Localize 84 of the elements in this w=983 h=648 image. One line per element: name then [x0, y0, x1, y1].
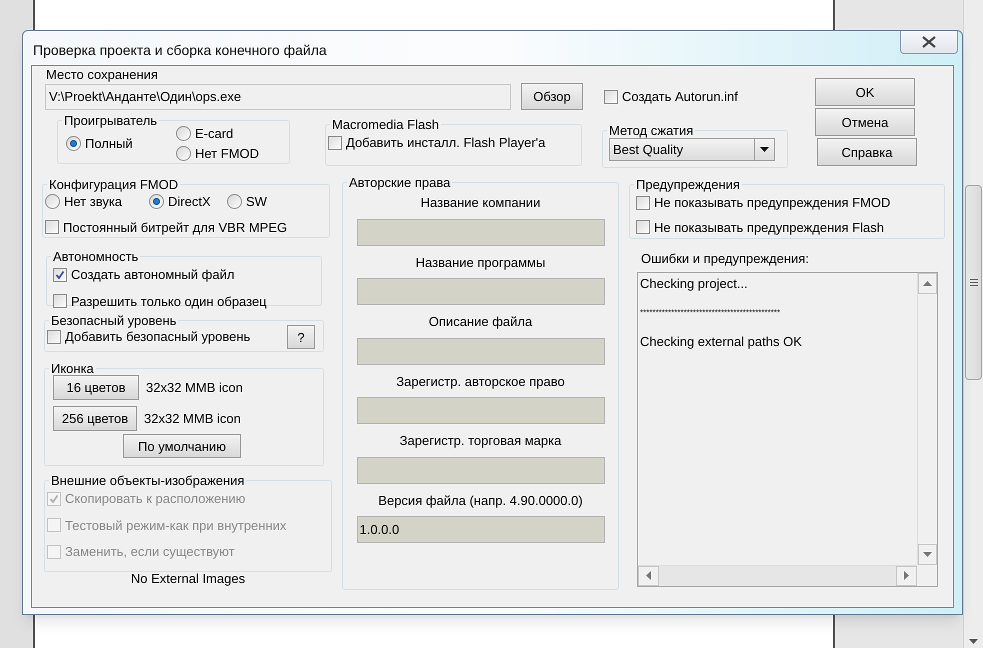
close-icon: [922, 36, 936, 48]
radio-button[interactable]: [45, 194, 60, 210]
button[interactable]: Отмена: [815, 108, 915, 136]
button[interactable]: Справка: [817, 138, 917, 166]
checkbox-label: Создать автономный файл: [71, 266, 234, 284]
field-label: Зарегистр. торговая марка: [400, 432, 562, 450]
log-line: *********************************************: [640, 306, 782, 318]
checkbox[interactable]: [636, 220, 650, 234]
group-title: Предупреждения: [635, 178, 741, 191]
path-field[interactable]: V:\Proekt\Анданте\Один\ops.exe: [45, 84, 511, 110]
text-field[interactable]: [356, 338, 604, 364]
checkbox[interactable]: [604, 90, 618, 104]
checkbox[interactable]: [636, 196, 650, 210]
checkbox-label: Разрешить только один образец: [71, 292, 267, 311]
group-title: Проигрыватель: [63, 114, 158, 127]
field-label: Название компании: [420, 194, 540, 212]
status-text: No External Images: [130, 570, 246, 588]
radio-label: E-card: [195, 125, 234, 143]
log-line: Checking external paths OK: [640, 332, 803, 350]
checkbox-label: Создать Autorun.inf: [622, 88, 738, 106]
text-field[interactable]: 1.0.0.0: [356, 516, 604, 543]
scroll-up-icon[interactable]: [923, 280, 932, 286]
checkbox[interactable]: [47, 330, 61, 344]
checkbox-label: Скопировать к расположению: [65, 490, 246, 508]
icon-info: 32x32 MMB icon: [144, 410, 241, 428]
checkbox[interactable]: [53, 294, 67, 308]
group-title: Внешние объекты-изображения: [50, 474, 246, 487]
radio-label: Полный: [85, 134, 133, 153]
log-label: Ошибки и предупреждения:: [641, 250, 810, 268]
radio-button[interactable]: [149, 194, 164, 210]
button[interactable]: ?: [287, 325, 315, 349]
group-title: Автономность: [52, 250, 140, 263]
radio-button[interactable]: [176, 146, 191, 161]
radio-label: Нет звука: [64, 193, 122, 211]
field-label: Описание файла: [428, 313, 532, 331]
checkbox-label: Не показывать предупреждения Flash: [654, 218, 884, 237]
button[interactable]: 16 цветов: [53, 375, 139, 400]
vertical-scrollbar[interactable]: [917, 272, 937, 564]
text-field[interactable]: [356, 278, 604, 305]
field-label: Версия файла (напр. 4.90.0000.0): [378, 492, 583, 510]
radio-button[interactable]: [66, 136, 81, 151]
horizontal-scrollbar[interactable]: [638, 564, 917, 586]
checkbox-label: Добавить инсталл. Flash Player'a: [346, 134, 546, 152]
checkbox[interactable]: [53, 268, 67, 282]
radio-button[interactable]: [227, 194, 242, 210]
log-line: Checking project...: [640, 276, 749, 292]
scrollbar[interactable]: [963, 0, 983, 648]
button[interactable]: OK: [815, 78, 915, 106]
radio-label: DirectX: [168, 193, 211, 211]
checkbox-label: Не показывать предупреждения FMOD: [654, 194, 890, 212]
dropdown-arrow-icon: [760, 147, 769, 152]
checkbox-label: Постоянный битрейт для VBR MPEG: [63, 218, 288, 237]
scroll-down-icon[interactable]: [923, 552, 932, 556]
button[interactable]: Обзор: [521, 83, 583, 110]
window-title: Проверка проекта и сборка конечного файла: [33, 41, 327, 60]
close-button[interactable]: [900, 31, 958, 54]
compression-dropdown[interactable]: Best Quality: [609, 138, 775, 161]
scroll-left-icon[interactable]: [646, 571, 651, 580]
checkbox[interactable]: [45, 220, 59, 234]
checkbox-label: Заменить, если существуют: [65, 543, 235, 561]
radio-label: Нет FMOD: [195, 144, 260, 162]
radio-label: SW: [246, 193, 267, 211]
text-field[interactable]: [356, 397, 604, 424]
radio-button[interactable]: [176, 126, 191, 142]
text-field[interactable]: [356, 218, 604, 246]
button[interactable]: 256 цветов: [53, 406, 137, 431]
group-title: Метод сжатия: [608, 124, 694, 137]
text-field[interactable]: [356, 456, 604, 484]
group-title: Иконка: [50, 362, 95, 375]
checkbox[interactable]: [328, 136, 342, 150]
field-label: Место сохранения: [46, 67, 159, 83]
checkbox-label: Добавить безопасный уровень: [65, 328, 250, 346]
button[interactable]: По умолчанию: [123, 434, 241, 458]
group-title: Безопасный уровень: [50, 314, 178, 327]
group-title: Macromedia Flash: [331, 118, 440, 131]
icon-info: 32x32 MMB icon: [146, 378, 243, 397]
field-label: Название программы: [416, 254, 546, 272]
group-title: Конфигурация FMOD: [48, 178, 180, 191]
scroll-down-icon[interactable]: [969, 639, 978, 644]
group-title: Авторские права: [348, 176, 452, 189]
field-label: Зарегистр. авторское право: [396, 372, 565, 391]
scroll-right-icon[interactable]: [904, 571, 909, 580]
checkbox-label: Тестовый режим-как при внутренних: [65, 516, 286, 535]
grip-icon: [970, 279, 978, 286]
